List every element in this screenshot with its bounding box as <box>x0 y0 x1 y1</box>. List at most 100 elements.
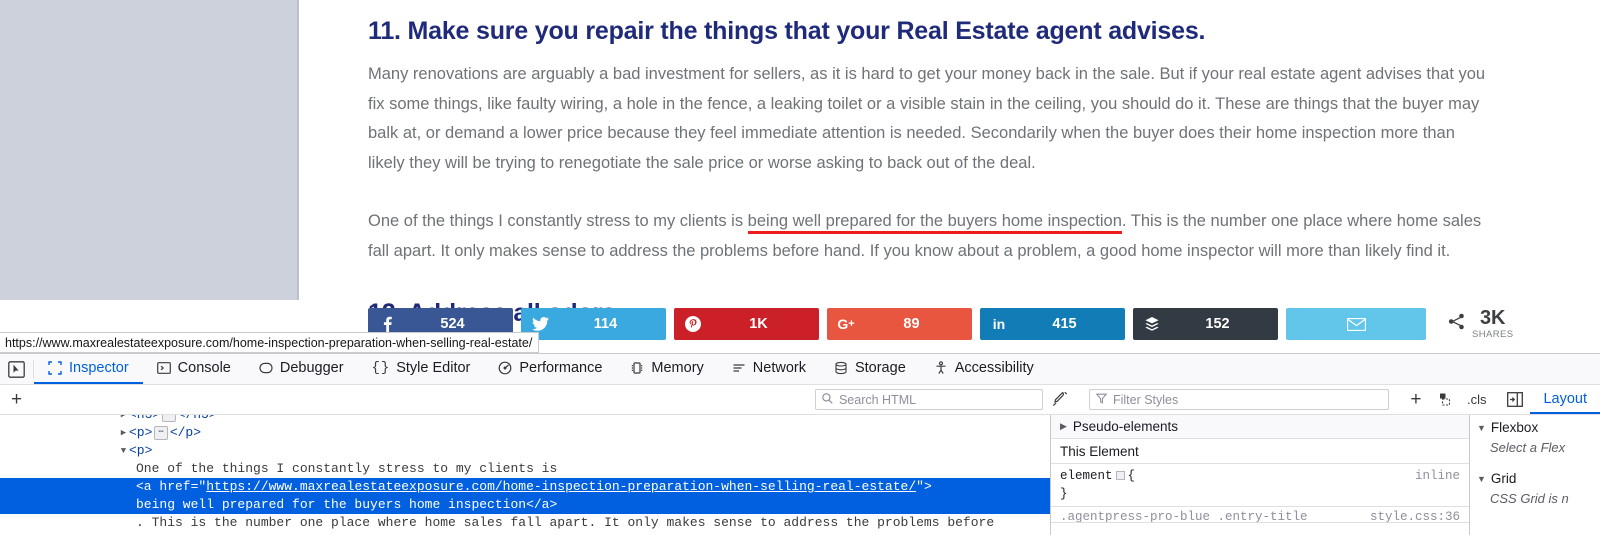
tab-debugger[interactable]: Debugger <box>245 354 358 384</box>
rule-element-inline[interactable]: element { } inline <box>1051 464 1469 507</box>
share-button-twitter[interactable]: 114 <box>521 308 666 340</box>
twisty-closed-icon[interactable] <box>118 415 129 424</box>
chevron-down-icon[interactable]: ▼ <box>1477 423 1486 433</box>
tab-layout[interactable]: Layout <box>1530 385 1600 414</box>
rule-entry-title[interactable]: .agentpress-pro-blue .entry-title style.… <box>1051 507 1469 523</box>
filter-icon <box>1095 393 1108 407</box>
facebook-count: 524 <box>440 316 465 332</box>
rule-selector-line: element { <box>1060 467 1469 485</box>
browser-content-area: 11. Make sure you repair the things that… <box>0 0 1600 355</box>
grid-note: CSS Grid is n <box>1490 491 1569 506</box>
status-bar-url: https://www.maxrealestateexposure.com/ho… <box>0 332 540 353</box>
twitter-icon <box>521 317 559 331</box>
home-inspection-link[interactable]: being well prepared for the buyers home … <box>747 212 1122 234</box>
rule-selector[interactable]: element <box>1060 469 1113 483</box>
layout-view[interactable]: ▼ Flexbox Select a Flex ▼ Grid CSS Grid … <box>1469 415 1600 535</box>
pseudo-elements-section[interactable]: ▶ Pseudo-elements <box>1051 415 1469 439</box>
page-gutter-edge <box>297 0 299 300</box>
add-node-button[interactable]: + <box>0 389 33 411</box>
inspector-icon <box>48 361 62 375</box>
search-html-input[interactable]: Search HTML <box>814 389 1043 410</box>
share-button-pinterest[interactable]: 1K <box>674 308 819 340</box>
twisty-open-icon[interactable] <box>118 442 129 460</box>
tab-inspector-label: Inspector <box>69 360 129 376</box>
rule-selector-entry-title[interactable]: .agentpress-pro-blue .entry-title <box>1060 510 1308 522</box>
devtools-panel: Inspector Console Debugger { } Style Edi… <box>0 353 1600 535</box>
article-content: 11. Make sure you repair the things that… <box>368 0 1488 328</box>
tab-accessibility-label: Accessibility <box>954 360 1034 376</box>
tab-performance-label: Performance <box>519 360 603 376</box>
rule-close-brace: } <box>1060 487 1068 501</box>
rule-highlight-icon[interactable] <box>1115 471 1125 480</box>
markup-p-expanded: <p> <box>129 443 153 458</box>
grid-section-header[interactable]: ▼ Grid <box>1470 466 1600 489</box>
pseudo-class-button[interactable] <box>1431 388 1461 412</box>
facebook-icon <box>368 316 406 332</box>
markup-h3-close: </h3> <box>178 415 217 424</box>
performance-icon <box>498 361 512 375</box>
share-total-label: SHARES <box>1472 329 1514 341</box>
share-button-linkedin[interactable]: in 415 <box>980 308 1125 340</box>
tab-performance[interactable]: Performance <box>484 354 616 384</box>
twisty-closed-icon[interactable] <box>118 424 129 442</box>
buffer-count: 152 <box>1205 316 1230 332</box>
memory-icon <box>630 361 644 375</box>
markup-anchor-href[interactable]: https://www.maxrealestateexposure.com/ho… <box>206 478 916 496</box>
tab-memory[interactable]: Memory <box>616 354 717 384</box>
devtools-secondary-toolbar: + Search HTML Filter Styles + .cls Layou… <box>0 385 1600 415</box>
filter-styles-placeholder: Filter Styles <box>1112 392 1179 407</box>
share-button-buffer[interactable]: 152 <box>1133 308 1278 340</box>
rule-origin-style-css[interactable]: style.css:36 <box>1370 508 1460 522</box>
element-picker-button[interactable] <box>0 354 33 384</box>
eyedropper-button[interactable] <box>1043 391 1077 408</box>
devtools-toolbar: Inspector Console Debugger { } Style Edi… <box>0 354 1600 385</box>
markup-row-h3[interactable]: <h3>⋯</h3> <box>0 415 1050 424</box>
paragraph-1: Many renovations are arguably a bad inve… <box>368 65 1486 172</box>
tab-console[interactable]: Console <box>143 354 245 384</box>
buffer-icon <box>1133 316 1171 332</box>
markup-p-close: </p> <box>169 425 202 440</box>
collapsed-children-icon[interactable]: ⋯ <box>162 415 176 422</box>
tab-storage[interactable]: Storage <box>820 354 920 384</box>
add-rule-button[interactable]: + <box>1401 388 1431 412</box>
tab-memory-label: Memory <box>651 360 704 376</box>
devtools-panes: <h3>⋯</h3> <p>⋯</p> <p> One of the thing… <box>0 415 1600 535</box>
network-icon <box>732 361 746 375</box>
markup-p-open: <p> <box>129 425 153 440</box>
share-button-email[interactable] <box>1286 308 1426 340</box>
markup-tree: <h3>⋯</h3> <p>⋯</p> <p> One of the thing… <box>0 415 1050 532</box>
share-button-googleplus[interactable]: G + 89 <box>827 308 972 340</box>
collapsed-children-icon[interactable]: ⋯ <box>154 426 168 440</box>
email-icon <box>1286 317 1426 331</box>
toggle-sidebar-button[interactable] <box>1500 388 1530 412</box>
tab-style-editor[interactable]: { } Style Editor <box>358 354 485 384</box>
cls-button[interactable]: .cls <box>1461 389 1493 411</box>
markup-row-p-collapsed[interactable]: <p>⋯</p> <box>0 424 1050 442</box>
chevron-down-icon[interactable]: ▼ <box>1477 474 1486 484</box>
markup-anchor-suffix: "> <box>916 479 932 494</box>
markup-row-anchor-text[interactable]: being well prepared for the buyers home … <box>0 496 1050 514</box>
rule-open-brace: { <box>1127 469 1136 483</box>
linkedin-count: 415 <box>1052 316 1077 332</box>
rule-close-line: } <box>1060 485 1469 503</box>
rules-view[interactable]: ▶ Pseudo-elements This Element element { … <box>1051 415 1469 535</box>
tab-console-label: Console <box>177 360 231 376</box>
markup-trailing-text: . This is the number one place where hom… <box>136 515 995 530</box>
tab-inspector[interactable]: Inspector <box>34 354 143 384</box>
pinterest-icon <box>674 316 712 332</box>
tab-accessibility[interactable]: Accessibility <box>920 354 1048 384</box>
tab-network[interactable]: Network <box>718 354 820 384</box>
markup-view[interactable]: <h3>⋯</h3> <p>⋯</p> <p> One of the thing… <box>0 415 1050 535</box>
devtools-tab-list: Inspector Console Debugger { } Style Edi… <box>34 354 1048 384</box>
filter-styles-input[interactable]: Filter Styles <box>1088 389 1389 410</box>
markup-row-text[interactable]: One of the things I constantly stress to… <box>0 460 1050 478</box>
markup-row-anchor-selected[interactable]: <a href=" https://www.maxrealestateexposu… <box>0 478 1050 496</box>
markup-row-p-open[interactable]: <p> <box>0 442 1050 460</box>
debugger-icon <box>259 361 273 375</box>
markup-anchor-prefix: <a href=" <box>136 479 207 494</box>
markup-row-trailing-text[interactable]: . This is the number one place where hom… <box>0 514 1050 532</box>
chevron-right-icon[interactable]: ▶ <box>1060 421 1067 432</box>
search-html-placeholder: Search HTML <box>838 392 917 407</box>
flexbox-section-header[interactable]: ▼ Flexbox <box>1470 415 1600 438</box>
tab-style-editor-label: Style Editor <box>396 360 471 376</box>
